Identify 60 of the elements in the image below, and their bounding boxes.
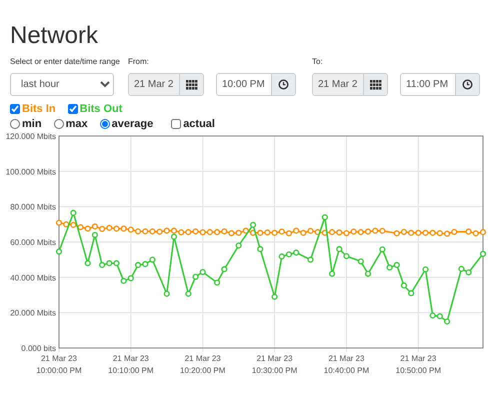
x-axis-label: 21 Mar 23 10:40:00 PM xyxy=(324,354,370,375)
data-point xyxy=(70,210,76,216)
mode-label: max xyxy=(66,118,88,130)
data-point xyxy=(236,242,242,249)
data-point xyxy=(379,246,386,252)
page-title: Network xyxy=(10,22,100,50)
data-point xyxy=(221,266,228,272)
data-point xyxy=(272,294,278,300)
range-select[interactable]: last hour xyxy=(10,73,114,96)
calendar-button[interactable] xyxy=(363,74,387,95)
series-label: Bits Out xyxy=(80,102,122,114)
y-axis-label: 40.000 Mbits xyxy=(10,273,56,282)
mode-label: average xyxy=(112,118,154,130)
data-point xyxy=(364,270,372,277)
data-point xyxy=(408,290,414,296)
radio-button[interactable] xyxy=(100,118,110,128)
calendar-icon xyxy=(370,80,382,90)
data-point xyxy=(422,266,429,272)
y-axis-label: 120.000 Mbits xyxy=(6,132,56,141)
data-point xyxy=(185,290,192,297)
to-label: To: xyxy=(312,56,323,68)
checkbox-button[interactable] xyxy=(171,118,182,128)
data-point xyxy=(164,290,170,297)
y-axis-label: 0.000 bits xyxy=(21,344,56,353)
data-point xyxy=(322,214,328,220)
x-axis-label: 21 Mar 23 10:30:00 PM xyxy=(252,354,298,375)
data-point xyxy=(480,250,486,257)
x-axis-label: 21 Mar 23 10:00:00 PM xyxy=(36,354,82,375)
mode-label: actual xyxy=(183,118,215,130)
y-axis-label: 20.000 Mbits xyxy=(10,308,56,318)
clock-icon xyxy=(462,79,473,90)
radio-button[interactable] xyxy=(10,118,20,128)
data-point xyxy=(358,258,364,264)
x-axis-label: 21 Mar 23 10:10:00 PM xyxy=(108,354,154,375)
data-point xyxy=(307,256,314,263)
data-point xyxy=(400,282,407,288)
series-checkbox[interactable] xyxy=(68,104,78,114)
y-axis-label: 100.000 Mbits xyxy=(6,167,56,176)
y-axis-label: 80.000 Mbits xyxy=(10,202,56,212)
radio-button[interactable] xyxy=(54,118,64,128)
series-checkbox[interactable] xyxy=(10,104,20,114)
data-point xyxy=(214,280,220,286)
data-point xyxy=(329,270,336,277)
data-point xyxy=(257,246,264,252)
series-label: Bits In xyxy=(22,102,56,114)
clock-button[interactable] xyxy=(271,74,295,95)
clock-button[interactable] xyxy=(455,74,479,95)
calendar-icon xyxy=(186,80,198,90)
y-axis-label: 60.000 Mbits xyxy=(10,238,56,247)
data-point xyxy=(84,260,91,266)
time-field[interactable]: 11:00 PM xyxy=(400,73,480,96)
range-label: Select or enter date/time range xyxy=(10,56,121,68)
clock-icon xyxy=(278,79,289,90)
calendar-button[interactable] xyxy=(179,74,203,95)
time-field[interactable]: 10:00 PM xyxy=(216,73,296,96)
mode-label: min xyxy=(22,118,42,130)
x-axis-label: 21 Mar 23 10:50:00 PM xyxy=(396,354,441,375)
from-label: From: xyxy=(128,56,150,68)
data-point xyxy=(56,248,62,255)
x-axis-label: 21 Mar 23 10:20:00 PM xyxy=(180,354,226,375)
